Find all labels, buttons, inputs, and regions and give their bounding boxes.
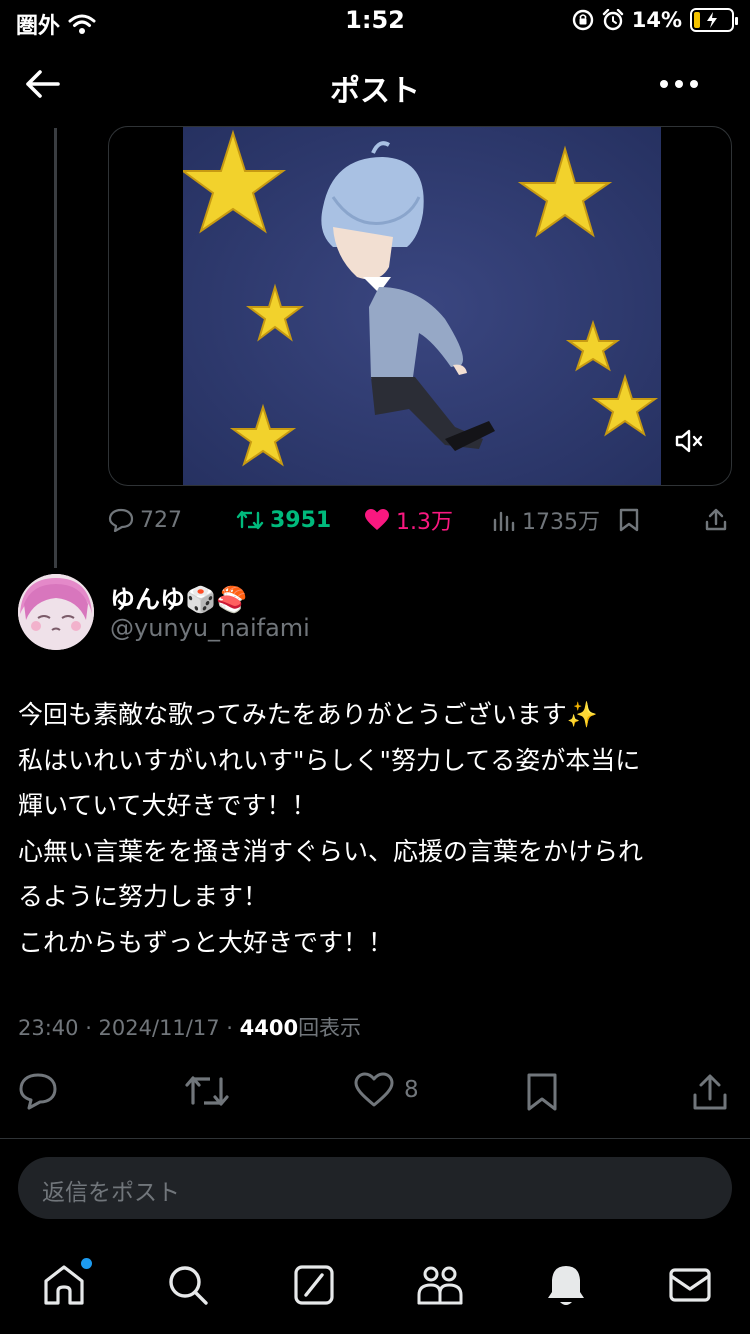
- tab-search[interactable]: [164, 1262, 212, 1308]
- tab-communities[interactable]: [416, 1262, 464, 1308]
- video-thumbnail-illustration: [179, 127, 661, 485]
- speaker-muted-icon: [675, 429, 703, 453]
- post-text: 今回も素敵な歌ってみたをありがとうございます✨ 私はいれいすがいれいす"らしく"…: [18, 692, 734, 966]
- share-icon: [693, 1074, 727, 1110]
- mute-toggle-button[interactable]: [671, 423, 707, 459]
- alarm-icon: [602, 9, 623, 31]
- bar-chart-icon: [493, 511, 515, 531]
- thread-connector-line: [54, 128, 57, 568]
- post-actions: 8: [0, 1068, 750, 1118]
- battery-percent: 14%: [631, 8, 682, 32]
- tab-notifications[interactable]: [542, 1262, 590, 1308]
- retweet-icon: [185, 1076, 229, 1106]
- bookmark-button[interactable]: [524, 1072, 560, 1112]
- heart-icon: [354, 1072, 394, 1107]
- post-text-line: 心無い言葉をを掻き消すぐらい、応援の言葉をかけられ: [18, 836, 644, 866]
- reply-placeholder: 返信をポスト: [42, 1180, 180, 1206]
- heart-filled-icon: [365, 509, 389, 530]
- orientation-lock-icon: [572, 9, 593, 31]
- battery-icon: [690, 8, 738, 32]
- like-button[interactable]: 8: [354, 1072, 419, 1108]
- avatar-illustration: [18, 574, 94, 650]
- status-bar: 圏外 1:52 14%: [0, 0, 750, 44]
- parent-views-button[interactable]: 1735万: [492, 504, 600, 536]
- post-text-line: これからもずっと大好きです！！: [18, 927, 394, 957]
- bookmark-icon: [619, 508, 639, 532]
- like-count: 8: [404, 1077, 419, 1103]
- search-icon: [169, 1266, 208, 1305]
- reply-bubble-icon: [19, 1073, 57, 1110]
- author-name[interactable]: ゆんゆ🎲🍣: [110, 580, 247, 616]
- parent-retweet-button[interactable]: 3951: [236, 508, 331, 533]
- post-text-line: 私はいれいすがいれいす"らしく"努力してる姿が本当に: [18, 745, 641, 775]
- post-meta: 23:40 · 2024/11/17 · 4400回表示: [18, 1012, 361, 1042]
- post-text-line: 輝いていて大好きです！！: [18, 791, 317, 821]
- parent-bookmark-button[interactable]: [618, 508, 640, 532]
- status-right: 14%: [572, 8, 738, 32]
- post-text-line: るように努力します！: [18, 882, 269, 912]
- bottom-tab-bar: [0, 1250, 750, 1320]
- post-text-line: 今回も素敵な歌ってみたをありがとうございます✨: [18, 700, 598, 729]
- post-timestamp[interactable]: 23:40 · 2024/11/17 ·: [18, 1016, 240, 1040]
- reply-bubble-icon: [108, 508, 134, 532]
- tab-home[interactable]: [40, 1258, 92, 1308]
- tab-grok[interactable]: [290, 1262, 338, 1308]
- parent-views-count: 1735万: [522, 510, 600, 535]
- page-title: ポスト: [330, 74, 420, 109]
- notifications-icon: [548, 1266, 584, 1305]
- post-header: ポスト: [0, 52, 750, 116]
- share-icon: [705, 508, 727, 531]
- author-handle[interactable]: @yunyu_naifami: [110, 614, 310, 642]
- parent-reply-count: 727: [140, 507, 182, 533]
- views-count[interactable]: 4400: [240, 1016, 298, 1040]
- parent-share-button[interactable]: [704, 508, 728, 532]
- communities-icon: [417, 1266, 463, 1305]
- more-dots-icon: [660, 80, 668, 88]
- retweet-icon: [236, 510, 264, 530]
- parent-reply-button[interactable]: 727: [108, 508, 182, 533]
- retweet-button[interactable]: [184, 1072, 230, 1110]
- messages-icon: [669, 1268, 711, 1302]
- parent-retweet-count: 3951: [270, 507, 332, 533]
- video-frame: [179, 127, 661, 485]
- parent-like-count: 1.3万: [396, 510, 453, 535]
- avatar[interactable]: [18, 574, 94, 650]
- reply-button[interactable]: [18, 1072, 58, 1110]
- grok-icon: [294, 1265, 334, 1305]
- share-button[interactable]: [690, 1072, 730, 1112]
- views-label: 回表示: [298, 1016, 362, 1040]
- video-player[interactable]: [108, 126, 732, 486]
- more-options-button[interactable]: [660, 66, 698, 102]
- divider: [0, 1138, 750, 1139]
- home-icon: [44, 1265, 84, 1305]
- parent-like-button[interactable]: 1.3万: [364, 504, 453, 536]
- tab-messages[interactable]: [666, 1262, 714, 1308]
- bookmark-icon: [527, 1073, 557, 1111]
- parent-post-stats: 727 3951 1.3万 1735万: [108, 500, 732, 540]
- notification-dot: [81, 1258, 92, 1269]
- reply-input[interactable]: 返信をポスト: [18, 1157, 732, 1219]
